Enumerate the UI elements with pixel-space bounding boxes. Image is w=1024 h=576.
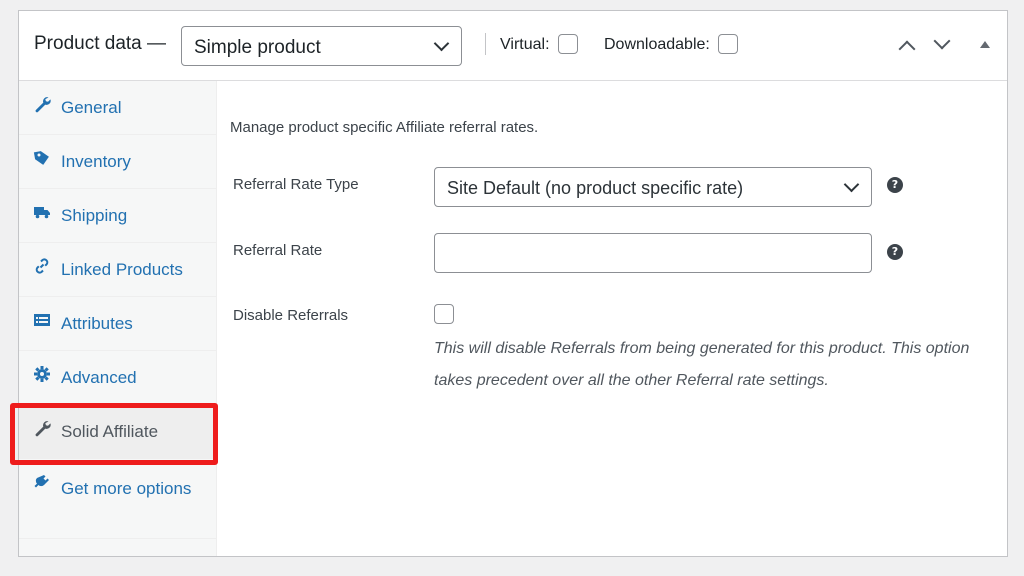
section-intro: Manage product specific Affiliate referr…: [230, 119, 539, 136]
affiliate-settings-panel: Manage product specific Affiliate referr…: [217, 81, 1007, 556]
help-icon[interactable]: ?: [887, 177, 903, 193]
referral-rate-input[interactable]: [434, 233, 872, 273]
tab-label: Linked Products: [61, 260, 183, 279]
tab-label: Attributes: [61, 314, 133, 333]
link-icon: [33, 257, 51, 275]
virtual-checkbox[interactable]: [558, 34, 578, 54]
tab-linked-products[interactable]: Linked Products: [19, 243, 217, 297]
disable-referrals-description: This will disable Referrals from being g…: [434, 340, 970, 389]
referral-rate-type-select[interactable]: Site Default (no product specific rate): [434, 167, 872, 207]
downloadable-label: Downloadable:: [604, 36, 710, 53]
wrench-icon: [33, 95, 51, 113]
tab-attributes[interactable]: Attributes: [19, 297, 217, 351]
tab-label: Advanced: [61, 368, 137, 387]
referral-rate-type-value: Site Default (no product specific rate): [447, 178, 744, 198]
move-up-button[interactable]: [896, 35, 920, 58]
tab-shipping[interactable]: Shipping: [19, 189, 217, 243]
tab-label: General: [61, 98, 122, 117]
truck-icon: [33, 203, 51, 221]
product-data-panel: Product data — Simple product Virtual: D…: [18, 10, 1008, 557]
disable-referrals-label: Disable Referrals: [233, 307, 349, 324]
chevron-up-icon: [898, 40, 916, 58]
product-type-select[interactable]: Simple product: [181, 26, 462, 66]
referral-rate-label: Referral Rate: [233, 242, 323, 259]
tab-advanced[interactable]: Advanced: [19, 351, 217, 405]
referral-rate-type-label: Referral Rate Type: [233, 176, 359, 193]
header-divider: [485, 33, 486, 55]
tag-icon: [33, 149, 51, 167]
move-down-button[interactable]: [931, 32, 955, 57]
tab-get-more-options[interactable]: Get more options: [19, 459, 217, 539]
help-icon[interactable]: ?: [887, 244, 903, 260]
tab-label: Get more options: [61, 479, 192, 498]
panel-title: Product data —: [34, 33, 167, 54]
tab-label: Inventory: [61, 152, 131, 171]
triangle-up-icon: [980, 41, 990, 48]
downloadable-checkbox[interactable]: [718, 34, 738, 54]
gear-icon: [33, 365, 51, 383]
tab-inventory[interactable]: Inventory: [19, 135, 217, 189]
toggle-panel-button[interactable]: [974, 35, 998, 57]
chevron-down-icon: [843, 176, 860, 193]
product-type-value: Simple product: [194, 37, 321, 58]
panel-header: Product data — Simple product Virtual: D…: [19, 11, 1007, 81]
virtual-label: Virtual:: [500, 36, 550, 53]
list-icon: [33, 311, 51, 329]
tab-label: Shipping: [61, 206, 128, 225]
product-data-tabs: General Inventory Shipping Linked Produc…: [19, 81, 217, 556]
disable-referrals-checkbox[interactable]: [434, 304, 454, 324]
chevron-down-icon: [933, 32, 951, 50]
chevron-down-icon: [433, 35, 450, 52]
highlight-box: [10, 403, 218, 465]
tab-general[interactable]: General: [19, 81, 217, 135]
